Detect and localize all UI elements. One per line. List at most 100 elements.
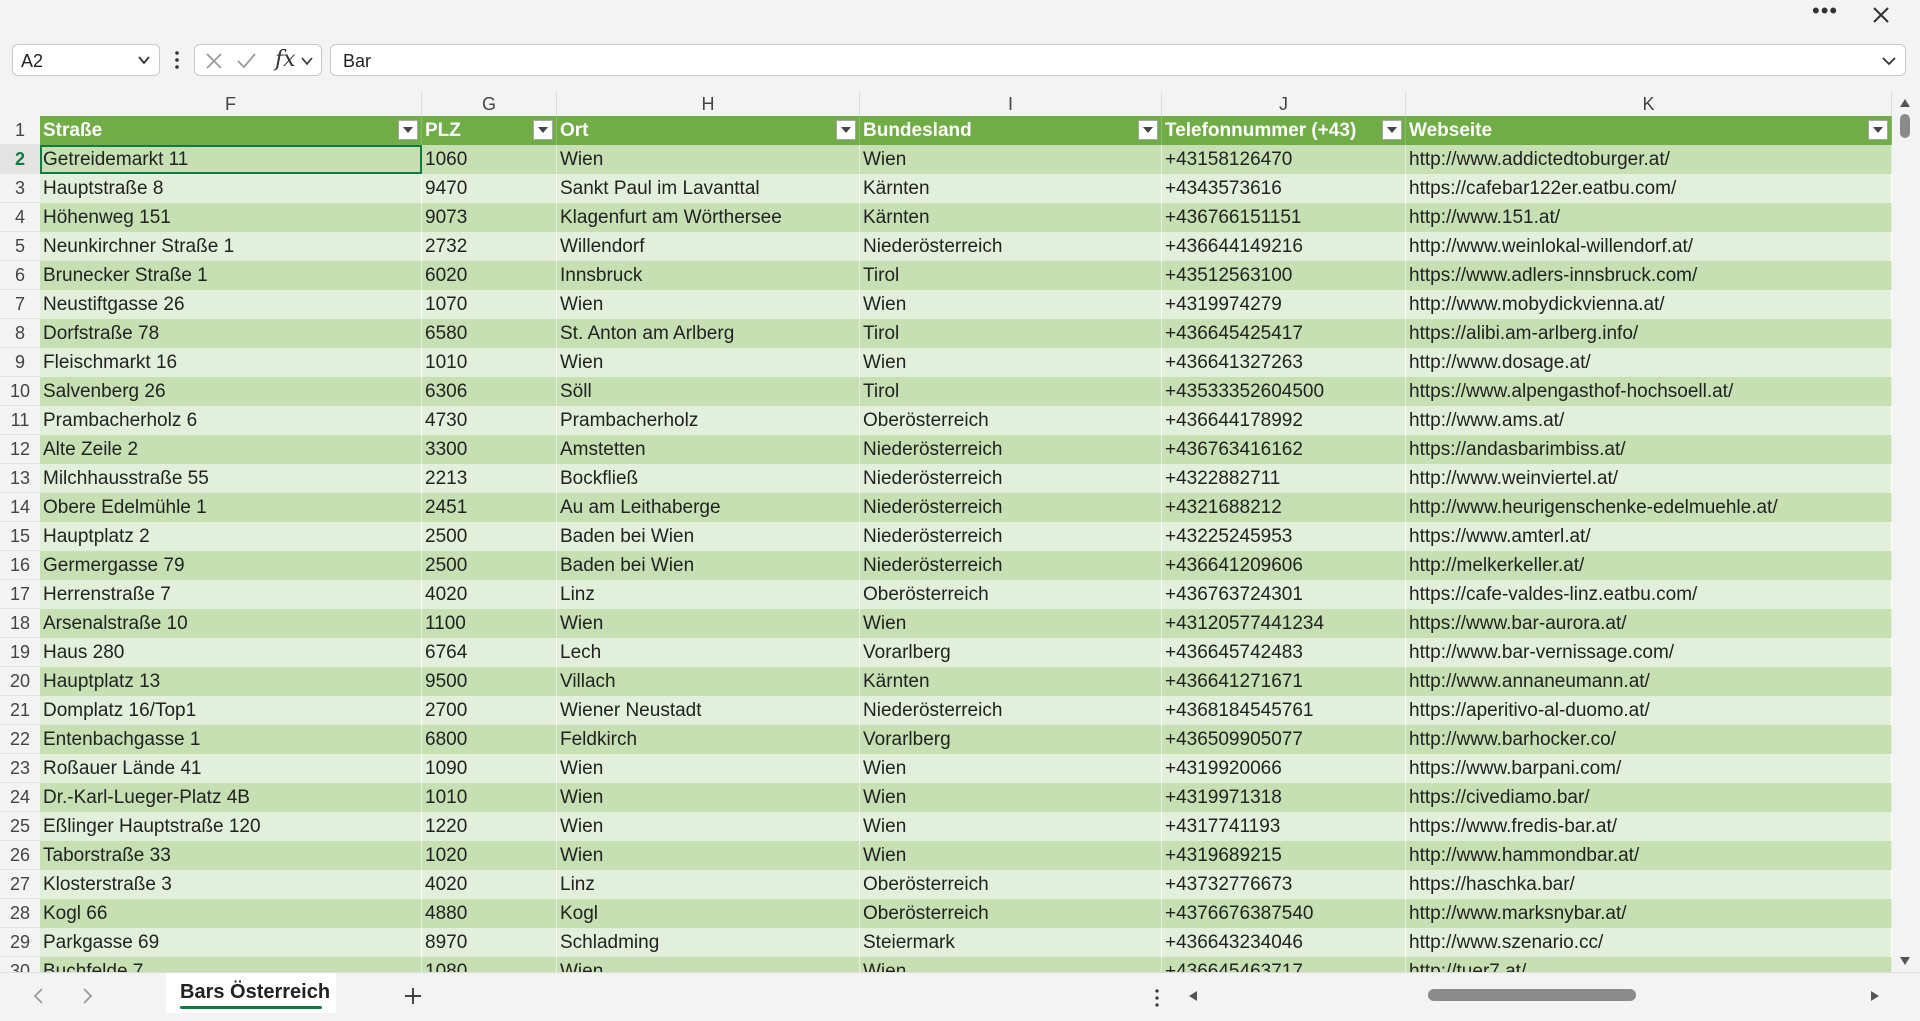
chevron-down-icon[interactable] — [299, 50, 315, 72]
table-cell[interactable]: +436643234046 — [1162, 928, 1406, 957]
table-cell[interactable]: http://www.hammondbar.at/ — [1406, 841, 1892, 870]
table-cell[interactable]: +436644178992 — [1162, 406, 1406, 435]
table-cell[interactable]: 8970 — [422, 928, 557, 957]
row-header[interactable]: 25 — [0, 812, 40, 841]
table-cell[interactable]: Tirol — [860, 261, 1162, 290]
check-icon[interactable] — [235, 50, 257, 72]
table-cell[interactable]: Niederösterreich — [860, 522, 1162, 551]
table-cell[interactable]: http://www.annaneumann.at/ — [1406, 667, 1892, 696]
table-cell[interactable]: Wien — [860, 609, 1162, 638]
table-cell[interactable]: Wien — [860, 290, 1162, 319]
table-cell[interactable]: Oberösterreich — [860, 870, 1162, 899]
table-cell[interactable]: 1010 — [422, 783, 557, 812]
table-cell[interactable]: http://www.weinlokal-willendorf.at/ — [1406, 232, 1892, 261]
filter-dropdown-icon[interactable] — [836, 120, 856, 140]
table-cell[interactable]: 3300 — [422, 435, 557, 464]
row-header[interactable]: 1 — [0, 116, 40, 145]
row-header[interactable]: 24 — [0, 783, 40, 812]
table-cell[interactable]: https://www.adlers-innsbruck.com/ — [1406, 261, 1892, 290]
table-cell[interactable]: Herrenstraße 7 — [40, 580, 422, 609]
scroll-left-icon[interactable] — [1186, 989, 1200, 1003]
horizontal-scroll-thumb[interactable] — [1428, 989, 1636, 1001]
table-cell[interactable]: 1220 — [422, 812, 557, 841]
row-header[interactable]: 8 — [0, 319, 40, 348]
next-sheet-icon[interactable] — [76, 985, 98, 1007]
table-cell[interactable]: Kogl — [557, 899, 860, 928]
table-cell[interactable]: 6020 — [422, 261, 557, 290]
row-header[interactable]: 21 — [0, 696, 40, 725]
table-cell[interactable]: +4319920066 — [1162, 754, 1406, 783]
cancel-icon[interactable] — [203, 50, 225, 72]
row-header[interactable]: 18 — [0, 609, 40, 638]
table-cell[interactable]: https://andasbarimbiss.at/ — [1406, 435, 1892, 464]
table-cell[interactable]: Baden bei Wien — [557, 522, 860, 551]
add-sheet-icon[interactable] — [400, 983, 426, 1009]
table-cell[interactable]: +436641209606 — [1162, 551, 1406, 580]
table-cell[interactable]: +436509905077 — [1162, 725, 1406, 754]
row-header[interactable]: 7 — [0, 290, 40, 319]
table-cell[interactable]: +4343573616 — [1162, 174, 1406, 203]
tab-bar-options-icon[interactable] — [1154, 987, 1160, 1009]
table-cell[interactable]: Tirol — [860, 377, 1162, 406]
table-cell[interactable]: Niederösterreich — [860, 493, 1162, 522]
filter-dropdown-icon[interactable] — [533, 120, 553, 140]
table-cell[interactable]: +43732776673 — [1162, 870, 1406, 899]
table-header-cell[interactable]: Telefonnummer (+43) — [1162, 116, 1406, 145]
expand-formula-bar-icon[interactable] — [1879, 51, 1899, 71]
table-cell[interactable]: Wien — [557, 957, 860, 972]
table-cell[interactable]: 6306 — [422, 377, 557, 406]
row-header[interactable]: 9 — [0, 348, 40, 377]
table-cell[interactable]: Domplatz 16/Top1 — [40, 696, 422, 725]
table-cell[interactable]: 6800 — [422, 725, 557, 754]
table-cell[interactable]: 4020 — [422, 580, 557, 609]
row-header[interactable]: 13 — [0, 464, 40, 493]
column-header-g[interactable]: G — [422, 92, 557, 116]
table-cell[interactable]: Bockfließ — [557, 464, 860, 493]
scroll-right-icon[interactable] — [1868, 989, 1882, 1003]
table-cell[interactable]: Villach — [557, 667, 860, 696]
table-cell[interactable]: Innsbruck — [557, 261, 860, 290]
table-cell[interactable]: Wien — [860, 783, 1162, 812]
table-cell[interactable]: Germergasse 79 — [40, 551, 422, 580]
table-cell[interactable]: http://www.mobydickvienna.at/ — [1406, 290, 1892, 319]
table-cell[interactable]: +4322882711 — [1162, 464, 1406, 493]
table-cell[interactable]: http://www.marksnybar.at/ — [1406, 899, 1892, 928]
column-header-f[interactable]: F — [40, 92, 422, 116]
table-cell[interactable]: http://www.dosage.at/ — [1406, 348, 1892, 377]
table-cell[interactable]: Parkgasse 69 — [40, 928, 422, 957]
previous-sheet-icon[interactable] — [28, 985, 50, 1007]
table-cell[interactable]: +436766151151 — [1162, 203, 1406, 232]
table-cell[interactable]: Wien — [557, 841, 860, 870]
table-cell[interactable]: 1080 — [422, 957, 557, 972]
table-cell[interactable]: Tirol — [860, 319, 1162, 348]
table-cell[interactable]: http://www.weinviertel.at/ — [1406, 464, 1892, 493]
table-cell[interactable]: Taborstraße 33 — [40, 841, 422, 870]
table-cell[interactable]: 1060 — [422, 145, 557, 174]
table-cell[interactable]: Milchhausstraße 55 — [40, 464, 422, 493]
table-cell[interactable]: 9470 — [422, 174, 557, 203]
table-cell[interactable]: Hauptstraße 8 — [40, 174, 422, 203]
table-cell[interactable]: +436644149216 — [1162, 232, 1406, 261]
more-options-button[interactable]: ••• — [1812, 0, 1838, 28]
row-header[interactable]: 19 — [0, 638, 40, 667]
table-cell[interactable]: +4321688212 — [1162, 493, 1406, 522]
table-cell[interactable]: http://www.addictedtoburger.at/ — [1406, 145, 1892, 174]
row-header[interactable]: 15 — [0, 522, 40, 551]
table-cell[interactable]: http://tuer7.at/ — [1406, 957, 1892, 972]
table-cell[interactable]: http://www.ams.at/ — [1406, 406, 1892, 435]
row-header[interactable]: 11 — [0, 406, 40, 435]
row-header[interactable]: 2 — [0, 145, 40, 174]
table-cell[interactable]: 9073 — [422, 203, 557, 232]
table-cell[interactable]: +436645463717 — [1162, 957, 1406, 972]
table-cell[interactable]: +43225245953 — [1162, 522, 1406, 551]
table-cell[interactable]: Brunecker Straße 1 — [40, 261, 422, 290]
table-header-cell[interactable]: Webseite — [1406, 116, 1892, 145]
table-cell[interactable]: 6580 — [422, 319, 557, 348]
table-cell[interactable]: 2700 — [422, 696, 557, 725]
row-header[interactable]: 27 — [0, 870, 40, 899]
filter-dropdown-icon[interactable] — [1868, 120, 1888, 140]
table-cell[interactable]: Linz — [557, 580, 860, 609]
sheet-tab-active[interactable]: Bars Österreich — [166, 973, 336, 1013]
table-cell[interactable]: 1010 — [422, 348, 557, 377]
table-cell[interactable]: +436645425417 — [1162, 319, 1406, 348]
